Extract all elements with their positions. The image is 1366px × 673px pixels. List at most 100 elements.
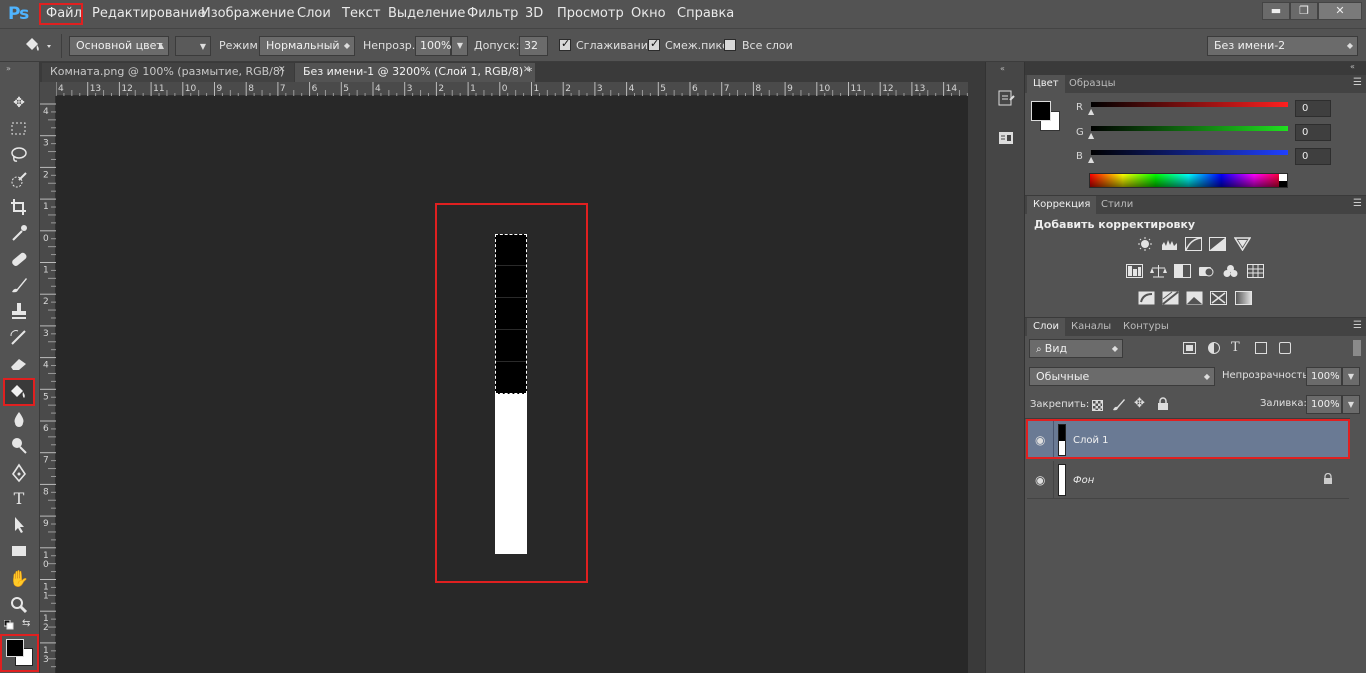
tab-styles[interactable]: Стили — [1095, 196, 1139, 214]
history-panel-icon[interactable] — [996, 88, 1016, 108]
invert-icon[interactable] — [1138, 291, 1155, 305]
tab-paths[interactable]: Контуры — [1117, 318, 1175, 336]
lock-image-brush-icon[interactable] — [1112, 397, 1126, 411]
gradient-map-icon[interactable] — [1235, 291, 1252, 305]
default-colors-icon[interactable] — [4, 620, 14, 630]
tolerance-input[interactable]: 32 — [519, 36, 548, 56]
levels-icon[interactable] — [1161, 237, 1178, 251]
b-value-input[interactable]: 0 — [1295, 148, 1331, 165]
menu-text[interactable]: Текст — [342, 6, 381, 21]
layer-row-background[interactable]: ◉ Фон — [1027, 461, 1349, 499]
menu-image[interactable]: Изображение — [201, 6, 294, 21]
close-tab-icon[interactable]: ✕ — [278, 65, 286, 75]
photo-filter-icon[interactable] — [1198, 264, 1215, 278]
opacity-input[interactable]: 100% — [415, 36, 451, 56]
g-slider-track[interactable] — [1091, 126, 1288, 131]
tab-layers[interactable]: Слои — [1027, 318, 1065, 336]
b-slider-thumb[interactable]: ▲ — [1088, 155, 1094, 164]
channel-mixer-icon[interactable] — [1222, 264, 1239, 278]
filter-pixel-icon[interactable] — [1183, 342, 1196, 354]
canvas-workspace[interactable] — [57, 97, 968, 673]
tab-swatches[interactable]: Образцы — [1063, 75, 1122, 93]
foreground-color-chip[interactable] — [1031, 101, 1051, 121]
paint-bucket-tool-icon[interactable] — [3, 378, 35, 406]
close-tab-icon[interactable]: ✕ — [523, 65, 531, 75]
filter-shape-icon[interactable] — [1255, 342, 1267, 354]
lock-position-icon[interactable]: ✥ — [1134, 396, 1145, 411]
marquee-tool-icon[interactable] — [6, 118, 32, 140]
white-swatch[interactable] — [1279, 174, 1287, 181]
move-tool-icon[interactable]: ✥ — [6, 92, 32, 114]
lock-all-icon[interactable] — [1157, 397, 1169, 411]
menu-select[interactable]: Выделение — [388, 6, 465, 21]
blend-mode-select[interactable]: Обычные ◆ — [1029, 367, 1215, 386]
vibrance-icon[interactable] — [1234, 237, 1251, 251]
zoom-tool-icon[interactable] — [6, 594, 32, 616]
b-slider-track[interactable] — [1091, 150, 1288, 155]
hand-tool-icon[interactable]: ✋ — [6, 568, 32, 590]
ruler-origin[interactable] — [40, 82, 56, 96]
healing-brush-tool-icon[interactable] — [6, 248, 32, 270]
menu-edit[interactable]: Редактирование — [92, 6, 205, 21]
pattern-picker[interactable]: ▼ — [175, 36, 211, 56]
vertical-ruler[interactable]: 4321012345678910111213 — [40, 96, 56, 673]
blur-tool-icon[interactable] — [6, 408, 32, 430]
exposure-icon[interactable] — [1209, 237, 1226, 251]
restore-button[interactable]: ❐ — [1290, 2, 1318, 20]
dodge-tool-icon[interactable] — [6, 434, 32, 456]
filter-adjustment-icon[interactable] — [1208, 342, 1220, 354]
color-balance-icon[interactable] — [1150, 264, 1167, 278]
close-window-button[interactable]: ✕ — [1318, 2, 1362, 20]
workspace-select[interactable]: Без имени-2 ◆ — [1207, 36, 1358, 56]
selective-color-icon[interactable] — [1210, 291, 1227, 305]
type-tool-icon[interactable]: T — [6, 488, 32, 510]
fill-input[interactable]: 100% — [1306, 395, 1342, 414]
all-layers-checkbox[interactable] — [724, 39, 736, 51]
swap-colors-icon[interactable]: ⇆ — [22, 618, 30, 629]
eraser-tool-icon[interactable] — [6, 352, 32, 374]
r-slider-thumb[interactable]: ▲ — [1088, 107, 1094, 116]
tab-color[interactable]: Цвет — [1027, 75, 1065, 93]
layer-opacity-input[interactable]: 100% — [1306, 367, 1342, 386]
visibility-eye-icon[interactable]: ◉ — [1035, 473, 1045, 487]
layer-name[interactable]: Фон — [1073, 475, 1094, 486]
quick-selection-tool-icon[interactable] — [6, 170, 32, 192]
menu-layers[interactable]: Слои — [297, 6, 331, 21]
panel-menu-icon[interactable]: ☰ — [1353, 198, 1362, 209]
horizontal-ruler[interactable]: 4 13 12 11 10 9 8 7 6 5 4 3 2 1 0 1 2 3 4 5 6 7 8 9 10 11 12 13 14 — [56, 82, 968, 96]
foreground-color-swatch[interactable] — [6, 639, 24, 657]
tab-channels[interactable]: Каналы — [1065, 318, 1117, 336]
menu-view[interactable]: Просмотр — [557, 6, 624, 21]
brightness-contrast-icon[interactable] — [1137, 237, 1154, 251]
posterize-icon[interactable] — [1162, 291, 1179, 305]
menu-help[interactable]: Справка — [677, 6, 734, 21]
menu-3d[interactable]: 3D — [525, 6, 543, 21]
pen-tool-icon[interactable] — [6, 462, 32, 484]
crop-tool-icon[interactable] — [6, 196, 32, 218]
tab-adjustments[interactable]: Коррекция — [1027, 196, 1097, 214]
filter-type-icon[interactable]: T — [1231, 340, 1240, 355]
lasso-tool-icon[interactable] — [6, 144, 32, 166]
toolbar-collapse-icon[interactable]: » — [6, 64, 11, 73]
curves-icon[interactable] — [1185, 237, 1202, 251]
g-value-input[interactable]: 0 — [1295, 124, 1331, 141]
panel-menu-icon[interactable]: ☰ — [1353, 77, 1362, 88]
vertical-scrollbar[interactable] — [968, 82, 985, 673]
menu-window[interactable]: Окно — [631, 6, 666, 21]
lock-transparent-icon[interactable] — [1092, 400, 1103, 411]
threshold-icon[interactable] — [1186, 291, 1203, 305]
color-spectrum-ramp[interactable] — [1089, 173, 1288, 188]
hue-saturation-icon[interactable] — [1126, 264, 1143, 278]
filter-smart-object-icon[interactable] — [1279, 342, 1291, 354]
eyedropper-tool-icon[interactable] — [6, 222, 32, 244]
opacity-dropdown[interactable]: ▼ — [451, 36, 468, 56]
mode-select[interactable]: Нормальный ◆ — [259, 36, 355, 56]
antialias-checkbox[interactable] — [559, 37, 571, 51]
layer-filter-select[interactable]: ⌕ Вид ◆ — [1029, 339, 1123, 358]
contiguous-checkbox[interactable] — [648, 37, 660, 51]
tab-document-room[interactable]: Комната.png @ 100% (размытие, RGB/8) — [42, 63, 294, 82]
brush-tool-icon[interactable] — [6, 274, 32, 296]
filter-toggle[interactable] — [1353, 340, 1361, 356]
menu-filter[interactable]: Фильтр — [467, 6, 518, 21]
g-slider-thumb[interactable]: ▲ — [1088, 131, 1094, 140]
